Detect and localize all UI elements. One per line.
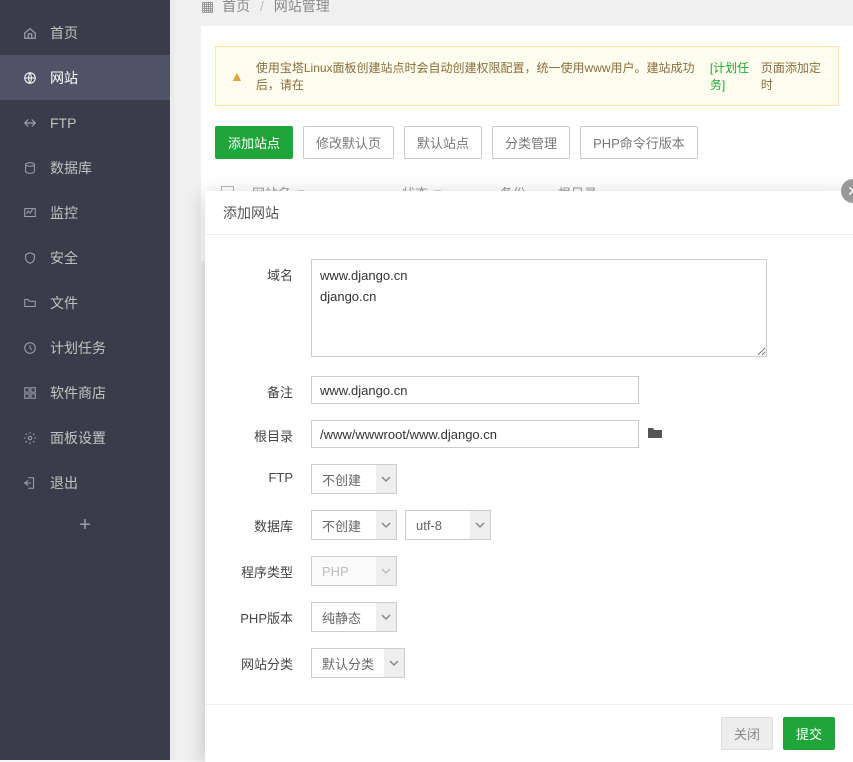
sidebar-item-label: 退出 bbox=[50, 473, 78, 493]
home-icon bbox=[22, 25, 38, 41]
label-remark: 备注 bbox=[227, 376, 311, 401]
label-ftp: FTP bbox=[227, 464, 311, 485]
sidebar-item-cron[interactable]: 计划任务 bbox=[0, 325, 170, 370]
sidebar-item-monitor[interactable]: 监控 bbox=[0, 190, 170, 235]
sidebar-item-label: 计划任务 bbox=[50, 338, 106, 358]
add-site-button[interactable]: 添加站点 bbox=[215, 126, 293, 159]
chevron-down-icon bbox=[376, 557, 396, 585]
ftp-select[interactable]: 不创建 bbox=[311, 464, 397, 494]
breadcrumb-current: 网站管理 bbox=[274, 0, 330, 14]
cancel-button[interactable]: 关闭 bbox=[721, 717, 773, 750]
clock-icon bbox=[22, 340, 38, 356]
submit-button[interactable]: 提交 bbox=[783, 717, 835, 750]
root-input[interactable] bbox=[311, 420, 639, 448]
shield-icon bbox=[22, 250, 38, 266]
alert-banner: ▲ 使用宝塔Linux面板创建站点时会自动创建权限配置，统一使用www用户。建站… bbox=[215, 46, 839, 106]
sidebar-add-button[interactable]: + bbox=[0, 505, 170, 545]
modal-close-button[interactable]: ✕ bbox=[841, 179, 853, 203]
sidebar-item-appstore[interactable]: 软件商店 bbox=[0, 370, 170, 415]
sidebar-item-label: 数据库 bbox=[50, 158, 92, 178]
program-type-select: PHP bbox=[311, 556, 397, 586]
label-db: 数据库 bbox=[227, 510, 311, 535]
gear-icon bbox=[22, 430, 38, 446]
breadcrumb-home[interactable]: 首页 bbox=[222, 0, 250, 14]
label-phpver: PHP版本 bbox=[227, 602, 311, 627]
breadcrumb: ▦ 首页 / 网站管理 bbox=[175, 0, 853, 8]
sidebar-item-files[interactable]: 文件 bbox=[0, 280, 170, 325]
modal-title: 添加网站 bbox=[223, 203, 279, 223]
label-sitecat: 网站分类 bbox=[227, 648, 311, 673]
sidebar-item-database[interactable]: 数据库 bbox=[0, 145, 170, 190]
folder-icon bbox=[22, 295, 38, 311]
sidebar-item-label: 文件 bbox=[50, 293, 78, 313]
chevron-down-icon bbox=[376, 511, 396, 539]
modify-default-button[interactable]: 修改默认页 bbox=[303, 126, 394, 159]
modal-body: 域名 备注 根目录 FTP 不创建 bbox=[205, 235, 853, 704]
sidebar-item-security[interactable]: 安全 bbox=[0, 235, 170, 280]
label-ptype: 程序类型 bbox=[227, 556, 311, 581]
sidebar-item-website[interactable]: 网站 bbox=[0, 55, 170, 100]
sidebar-item-ftp[interactable]: FTP bbox=[0, 100, 170, 145]
sidebar-item-label: 面板设置 bbox=[50, 428, 106, 448]
category-button[interactable]: 分类管理 bbox=[492, 126, 570, 159]
home-small-icon: ▦ bbox=[201, 0, 214, 14]
alert-text1: 使用宝塔Linux面板创建站点时会自动创建权限配置，统一使用www用户。建站成功… bbox=[256, 59, 710, 93]
label-root: 根目录 bbox=[227, 420, 311, 445]
sidebar-item-label: FTP bbox=[50, 115, 76, 131]
chevron-down-icon bbox=[384, 649, 404, 677]
chevron-down-icon bbox=[470, 511, 490, 539]
ftp-icon bbox=[22, 115, 38, 131]
charset-select[interactable]: utf-8 bbox=[405, 510, 491, 540]
toolbar: 添加站点 修改默认页 默认站点 分类管理 PHP命令行版本 bbox=[215, 126, 839, 159]
modal-footer: 关闭 提交 bbox=[205, 704, 853, 762]
sidebar-item-label: 软件商店 bbox=[50, 383, 106, 403]
sidebar-item-logout[interactable]: 退出 bbox=[0, 460, 170, 505]
remark-input[interactable] bbox=[311, 376, 639, 404]
php-cli-button[interactable]: PHP命令行版本 bbox=[580, 126, 698, 159]
chevron-down-icon bbox=[376, 603, 396, 631]
sidebar: 首页 网站 FTP 数据库 监控 安全 文件 计划任务 软件商店 面板设置 退出… bbox=[0, 0, 170, 760]
add-site-modal: 添加网站 ✕ 域名 备注 根目录 FTP bbox=[205, 191, 853, 762]
sidebar-item-label: 安全 bbox=[50, 248, 78, 268]
browse-folder-button[interactable] bbox=[647, 425, 663, 444]
grid-icon bbox=[22, 385, 38, 401]
sidebar-item-home[interactable]: 首页 bbox=[0, 10, 170, 55]
alert-link[interactable]: [计划任务] bbox=[710, 59, 761, 93]
warning-icon: ▲ bbox=[230, 68, 244, 84]
db-select[interactable]: 不创建 bbox=[311, 510, 397, 540]
logout-icon bbox=[22, 475, 38, 491]
globe-icon bbox=[22, 70, 38, 86]
default-site-button[interactable]: 默认站点 bbox=[404, 126, 482, 159]
chevron-down-icon bbox=[376, 465, 396, 493]
sidebar-item-settings[interactable]: 面板设置 bbox=[0, 415, 170, 460]
label-domain: 域名 bbox=[227, 259, 311, 284]
sidebar-item-label: 监控 bbox=[50, 203, 78, 223]
sidebar-item-label: 网站 bbox=[50, 68, 78, 88]
monitor-icon bbox=[22, 205, 38, 221]
domain-textarea[interactable] bbox=[311, 259, 767, 357]
alert-text2: 页面添加定时 bbox=[761, 59, 828, 93]
modal-title-bar: 添加网站 ✕ bbox=[205, 191, 853, 235]
breadcrumb-sep: / bbox=[260, 0, 264, 14]
site-category-select[interactable]: 默认分类 bbox=[311, 648, 405, 678]
sidebar-item-label: 首页 bbox=[50, 23, 78, 43]
php-version-select[interactable]: 纯静态 bbox=[311, 602, 397, 632]
database-icon bbox=[22, 160, 38, 176]
